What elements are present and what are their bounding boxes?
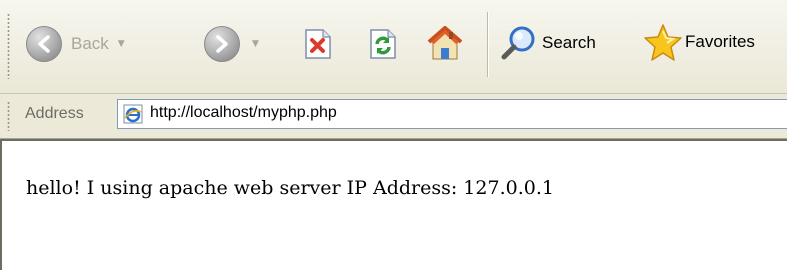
address-bar: Address http://localhost/myphp.php: [0, 94, 787, 139]
stop-button[interactable]: [303, 28, 333, 60]
address-url: http://localhost/myphp.php: [150, 104, 337, 121]
search-button[interactable]: Search: [500, 24, 596, 62]
back-button[interactable]: Back ▼: [26, 26, 125, 62]
favorites-label: Favorites: [685, 32, 755, 51]
stop-icon: [305, 29, 331, 59]
home-icon: [427, 26, 463, 60]
back-dropdown-arrow[interactable]: ▼: [118, 39, 125, 49]
search-icon: [501, 26, 535, 60]
favorites-button[interactable]: Favorites: [643, 22, 755, 62]
toolbar-separator: [487, 12, 488, 77]
address-bar-grip[interactable]: [7, 101, 10, 131]
home-button[interactable]: [425, 24, 465, 62]
toolbar-grip[interactable]: [7, 13, 10, 79]
address-label: Address: [25, 105, 84, 122]
refresh-icon: [370, 29, 396, 59]
forward-button[interactable]: ▼: [204, 26, 259, 62]
page-body-text: hello! I using apache web server IP Addr…: [26, 177, 554, 199]
search-label: Search: [542, 33, 596, 52]
address-input[interactable]: http://localhost/myphp.php: [117, 99, 787, 129]
forward-dropdown-arrow[interactable]: ▼: [252, 39, 259, 49]
back-icon: [26, 26, 62, 62]
forward-icon: [204, 26, 240, 62]
standard-toolbar: Back ▼ ▼ Search Favorites: [0, 0, 787, 94]
back-label: Back: [71, 34, 109, 53]
ie-page-icon: [123, 104, 143, 124]
page-content: hello! I using apache web server IP Addr…: [0, 139, 787, 270]
refresh-button[interactable]: [368, 28, 398, 60]
favorites-icon: [644, 24, 682, 61]
